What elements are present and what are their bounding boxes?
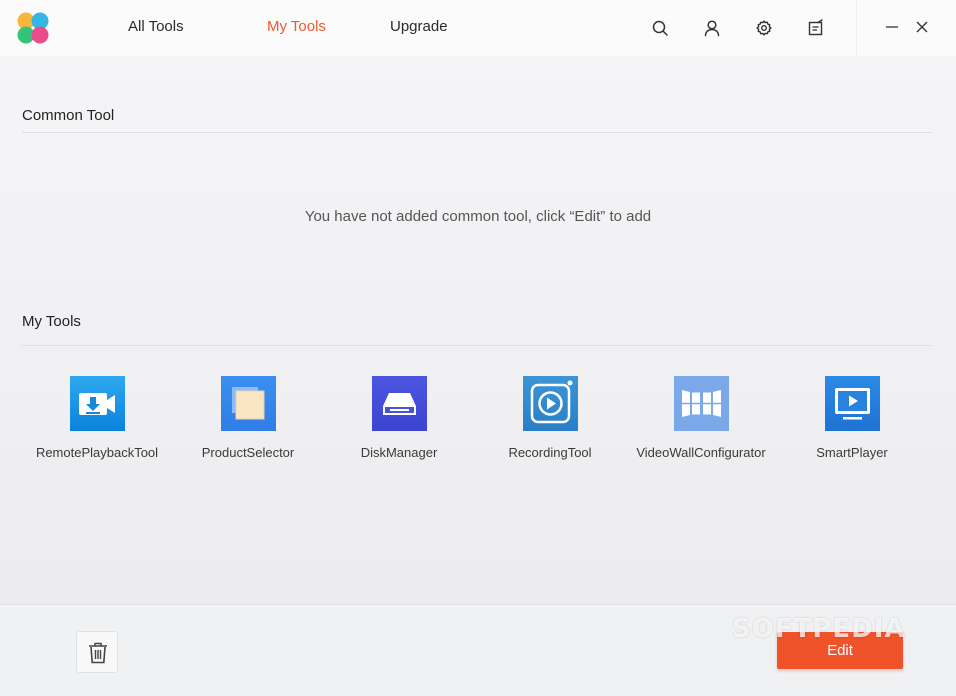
- tool-disk-manager[interactable]: DiskManager: [324, 376, 474, 460]
- remote-playback-icon: [69, 376, 125, 431]
- tool-label: SmartPlayer: [816, 445, 888, 460]
- trash-icon: [89, 642, 107, 664]
- tool-recording[interactable]: RecordingTool: [475, 376, 625, 460]
- softpedia-watermark: SOFTPEDIA: [732, 614, 906, 644]
- close-icon[interactable]: [914, 19, 930, 35]
- my-tools-divider: [22, 345, 932, 346]
- product-selector-icon: [220, 376, 276, 431]
- common-tool-empty-message: You have not added common tool, click “E…: [304, 208, 652, 225]
- tool-product-selector[interactable]: ProductSelector: [173, 376, 323, 460]
- delete-button[interactable]: [76, 631, 118, 673]
- common-tool-title: Common Tool: [22, 107, 115, 124]
- tool-label: ProductSelector: [201, 445, 295, 460]
- tab-all-tools[interactable]: All Tools: [128, 18, 184, 35]
- search-icon[interactable]: [650, 18, 670, 38]
- tab-upgrade[interactable]: Upgrade: [390, 18, 448, 35]
- minimize-icon[interactable]: [884, 19, 900, 35]
- smart-player-icon: [824, 376, 880, 431]
- common-tool-divider: [22, 132, 932, 133]
- notes-icon[interactable]: [806, 18, 826, 38]
- video-wall-icon: [673, 376, 729, 431]
- tool-label: VideoWallConfigurator: [636, 445, 766, 460]
- tool-smart-player[interactable]: SmartPlayer: [777, 376, 927, 460]
- window-controls-separator: [856, 0, 857, 56]
- recording-tool-icon: [522, 376, 578, 431]
- tool-video-wall[interactable]: VideoWallConfigurator: [626, 376, 776, 460]
- user-icon[interactable]: [702, 18, 722, 38]
- tool-remote-playback[interactable]: RemotePlaybackTool: [22, 376, 172, 460]
- tool-label: DiskManager: [360, 445, 438, 460]
- top-bar: All Tools My Tools Upgrade: [0, 0, 956, 56]
- my-tools-title: My Tools: [22, 313, 81, 330]
- gear-icon[interactable]: [754, 18, 774, 38]
- tool-label: RemotePlaybackTool: [35, 445, 159, 460]
- tab-my-tools[interactable]: My Tools: [267, 18, 326, 35]
- disk-manager-icon: [371, 376, 427, 431]
- tool-label: RecordingTool: [508, 445, 592, 460]
- app-logo: [17, 12, 49, 44]
- main-content: Common Tool You have not added common to…: [0, 56, 956, 604]
